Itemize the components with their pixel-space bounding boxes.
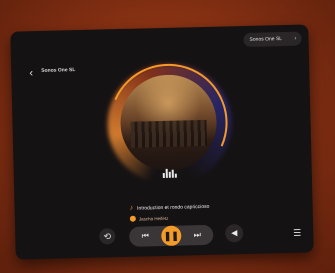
volume-button[interactable]: ◀: [225, 224, 244, 243]
album-art-container: [92, 46, 245, 200]
skip-next-icon: ⏭: [193, 230, 201, 240]
repeat-icon: ⟲: [103, 231, 112, 242]
device-selector-button[interactable]: Sonos One SL ›: [243, 31, 302, 47]
chevron-left-icon: ‹: [29, 67, 34, 80]
previous-button[interactable]: ⏮: [139, 230, 151, 242]
queue-list-icon: ☰: [293, 227, 302, 238]
track-artist[interactable]: Jascha Heifetz: [139, 215, 169, 221]
skip-previous-icon: ⏮: [141, 231, 149, 241]
artist-avatar-icon: [129, 215, 136, 222]
device-selector-label: Sonos One SL: [249, 36, 283, 43]
track-artist-row: Jascha Heifetz: [129, 213, 250, 222]
back-button[interactable]: ‹: [25, 66, 37, 80]
player-screen: ‹ Sonos One SL Sonos One SL › ♪ Introduc…: [10, 24, 314, 260]
track-title[interactable]: Introduction et rondo capriccioso: [137, 203, 209, 211]
track-title-row: ♪ Introduction et rondo capriccioso: [129, 202, 250, 212]
equalizer-icon: [162, 168, 177, 178]
queue-button[interactable]: ☰: [291, 227, 303, 239]
page-title: Sonos One SL: [41, 67, 76, 74]
volume-icon: ◀: [231, 228, 238, 238]
repeat-button[interactable]: ⟲: [99, 228, 116, 245]
pause-button[interactable]: ❚❚: [161, 225, 182, 247]
track-info: ♪ Introduction et rondo capriccioso Jasc…: [130, 202, 250, 222]
pause-icon: ❚❚: [163, 230, 179, 241]
next-button[interactable]: ⏭: [191, 229, 203, 241]
transport-bar: ⏮ ❚❚ ⏭: [129, 224, 214, 247]
playback-controls: ⟲ ⏮ ❚❚ ⏭ ◀: [99, 222, 260, 250]
music-note-icon: ♪: [129, 204, 134, 212]
chevron-right-icon: ›: [294, 35, 297, 42]
